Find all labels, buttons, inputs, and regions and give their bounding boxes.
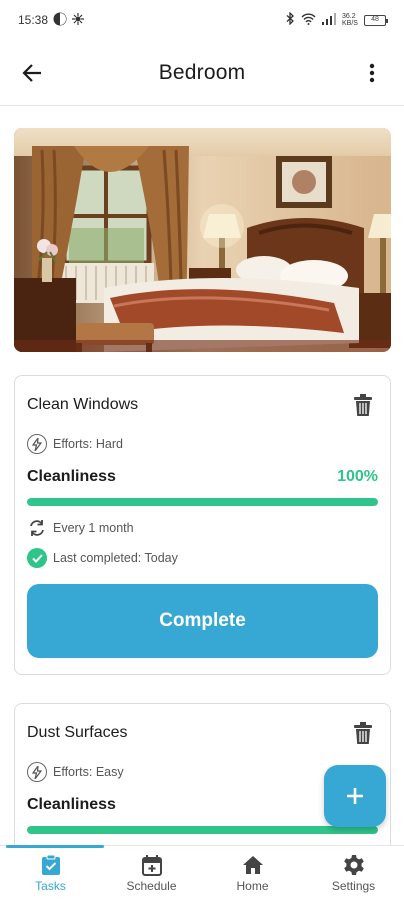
arrow-left-icon (22, 63, 41, 82)
task-list[interactable]: Clean Windows Efforts: Hard Cleanliness … (0, 107, 404, 845)
effort-bolt-icon (27, 434, 47, 454)
gear-icon (343, 854, 364, 875)
signal-icon (322, 12, 336, 28)
nav-settings-label: Settings (331, 878, 376, 893)
task-title: Dust Surfaces (27, 724, 128, 741)
effort-label: Efforts: Easy (53, 765, 124, 779)
more-options-button[interactable] (352, 53, 392, 93)
last-completed-row: Last completed: Today (27, 548, 378, 568)
repeat-icon (30, 520, 44, 536)
nav-home-label: Home (236, 878, 269, 893)
effort-label: Efforts: Hard (53, 437, 123, 451)
task-title: Clean Windows (27, 396, 139, 413)
nav-schedule[interactable]: Schedule (101, 846, 202, 900)
progress-fill (27, 498, 378, 506)
plus-icon (347, 788, 363, 804)
active-tab-indicator (6, 845, 104, 848)
nav-tasks[interactable]: Tasks (0, 846, 101, 900)
more-vertical-icon (369, 63, 375, 82)
app-notification-icon (53, 12, 67, 29)
nav-home[interactable]: Home (202, 846, 303, 900)
wifi-icon (301, 13, 316, 28)
bluetooth-icon (286, 11, 295, 28)
frequency-row: Every 1 month (27, 518, 378, 538)
network-speed: 36.2 KB/S (342, 13, 358, 27)
bottom-nav: Tasks Schedule Home Settings (0, 845, 404, 900)
last-completed-label: Last completed: Today (53, 551, 178, 565)
complete-button[interactable]: Complete (27, 584, 378, 658)
bedroom-photo (14, 128, 391, 352)
effort-row: Efforts: Hard (27, 434, 378, 454)
delete-task-button[interactable] (348, 718, 378, 748)
tasks-icon (41, 854, 60, 875)
cleanliness-progress-bar (27, 826, 378, 834)
progress-fill (27, 826, 378, 834)
app-bar: Bedroom (0, 40, 404, 106)
add-task-button[interactable] (324, 765, 386, 827)
cleanliness-label: Cleanliness (27, 468, 116, 485)
nav-schedule-label: Schedule (126, 878, 177, 893)
delete-task-button[interactable] (348, 390, 378, 420)
battery-icon: 48 (364, 14, 388, 26)
bug-icon (72, 12, 85, 28)
home-icon (242, 855, 263, 874)
cleanliness-label: Cleanliness (27, 796, 116, 813)
status-bar: 15:38 36.2 KB/S 48 (0, 0, 404, 40)
page-title: Bedroom (158, 60, 246, 84)
frequency-label: Every 1 month (53, 521, 134, 535)
nav-tasks-label: Tasks (35, 878, 66, 893)
cleanliness-percent: 100% (337, 468, 378, 485)
trash-icon (354, 722, 372, 744)
back-button[interactable] (12, 53, 52, 93)
cleanliness-progress-bar (27, 498, 378, 506)
check-circle-icon (27, 548, 47, 568)
task-card: Clean Windows Efforts: Hard Cleanliness … (14, 375, 391, 675)
status-time: 15:38 (18, 13, 49, 27)
calendar-icon (141, 854, 162, 876)
trash-icon (354, 394, 372, 416)
effort-bolt-icon (27, 762, 47, 782)
nav-settings[interactable]: Settings (303, 846, 404, 900)
